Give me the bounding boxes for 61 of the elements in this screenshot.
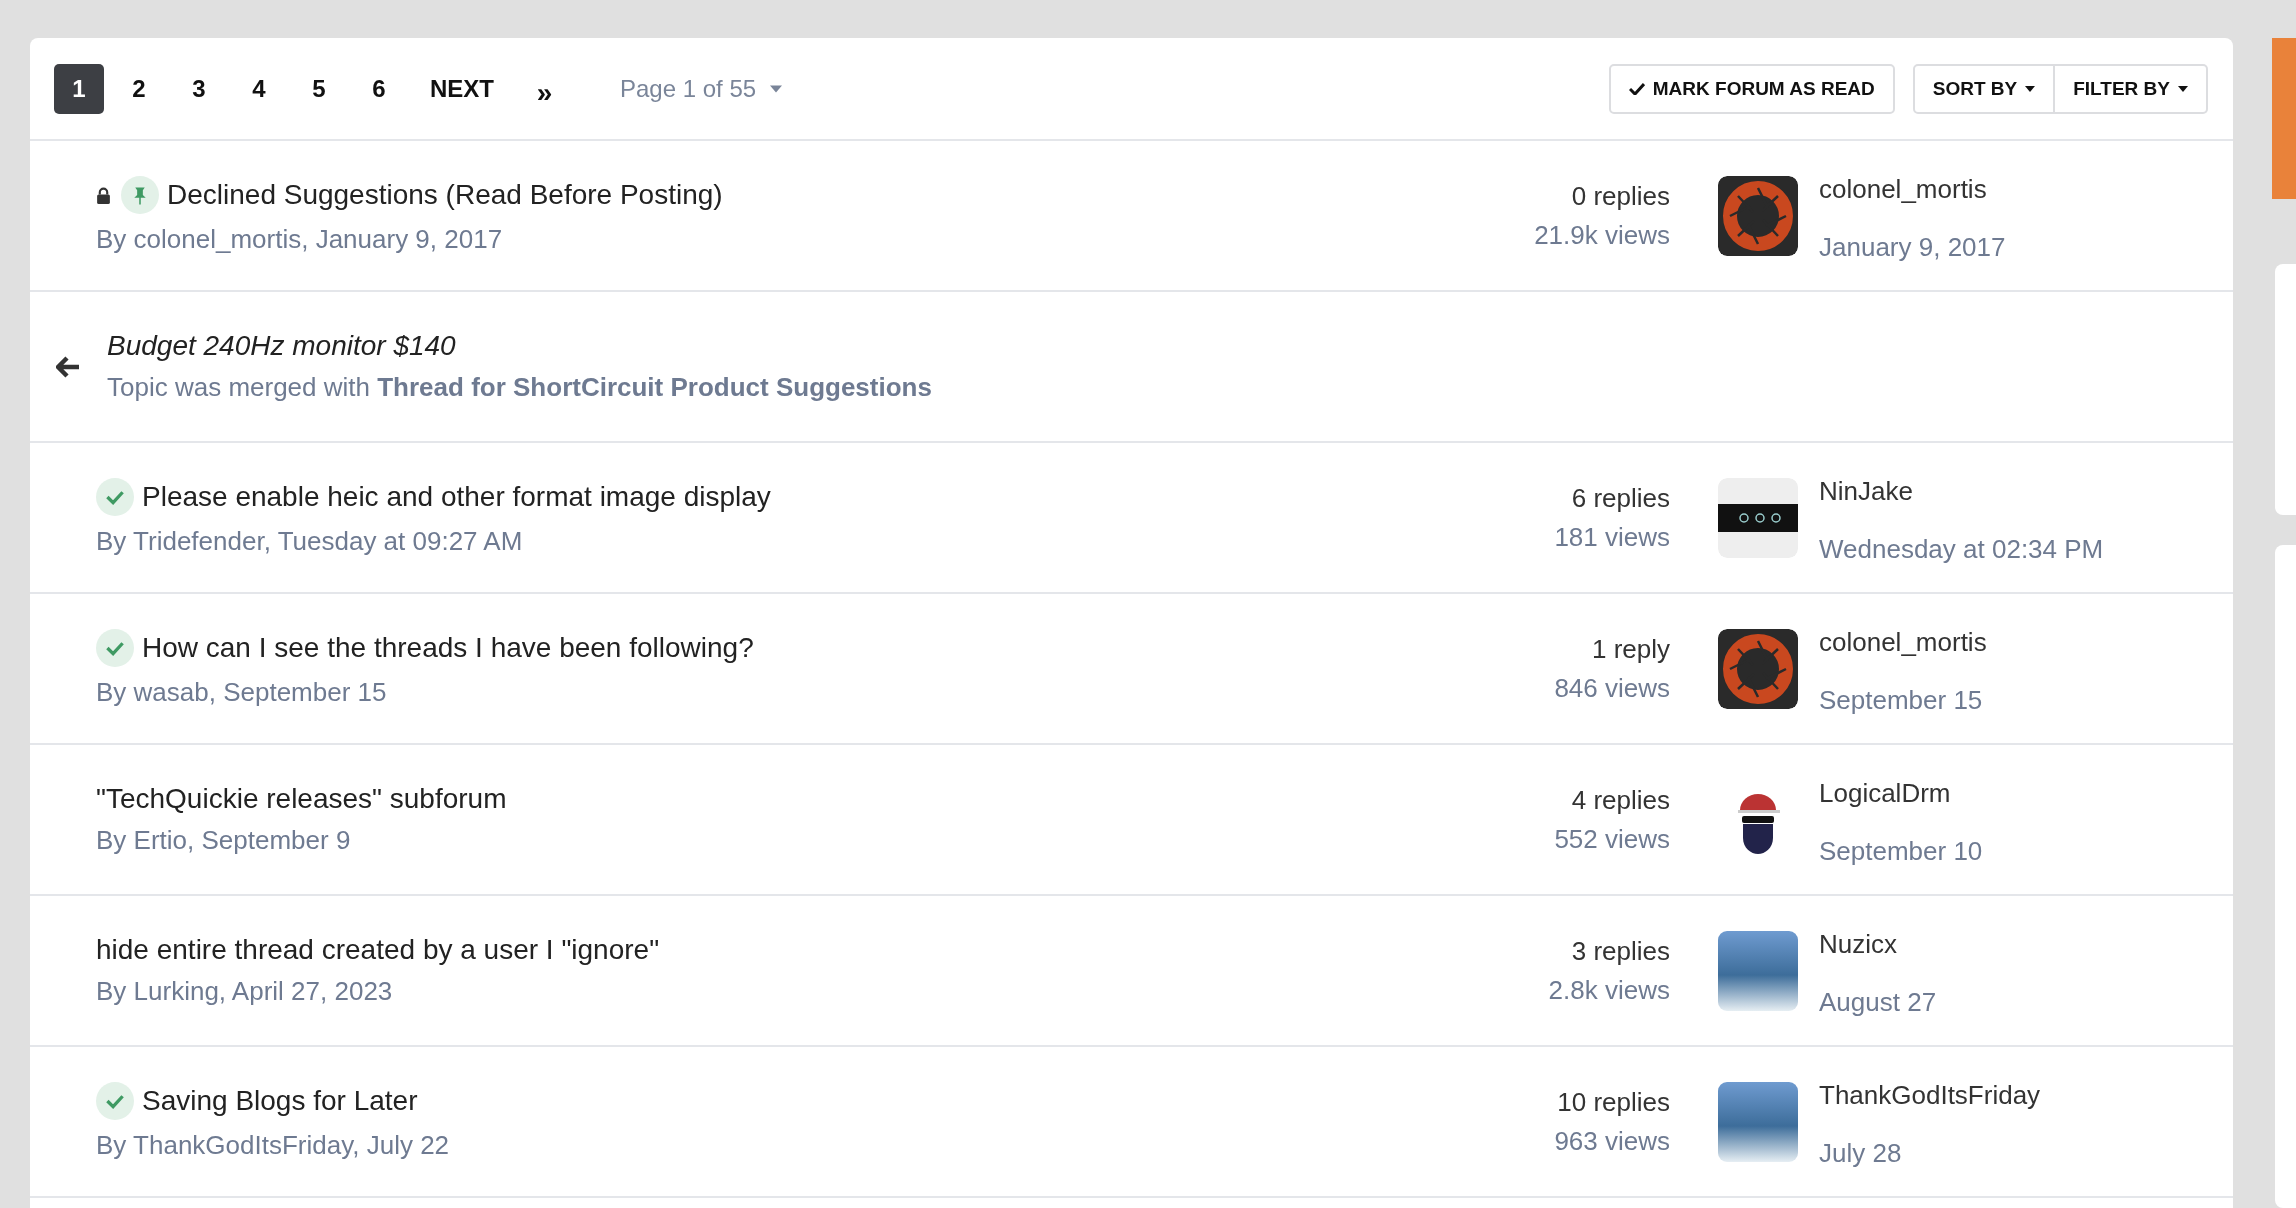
topic-title[interactable]: Saving Blogs for Later — [142, 1085, 418, 1117]
topic-author-date: By colonel_mortis, January 9, 2017 — [96, 224, 504, 255]
topic-title[interactable]: Please enable heic and other format image display — [142, 481, 771, 513]
sort-dropdown[interactable]: SORT BY — [1912, 63, 2056, 114]
page-jump-dropdown[interactable]: Page 1 of 55 — [614, 73, 789, 104]
caret-icon — [2025, 85, 2036, 92]
last-poster-name[interactable]: colonel_mortis — [1819, 163, 2213, 214]
aperture-avatar[interactable] — [1718, 628, 1798, 709]
merge-notice: Topic was merged with Thread for ShortCircuit Product Suggestions — [107, 372, 932, 403]
view-count: 2.8k views — [1547, 974, 1670, 1006]
last-poster-name[interactable]: LogicalDrm — [1819, 767, 2213, 818]
mark-read-button[interactable]: MARK FORUM AS READ — [1608, 63, 1895, 114]
last-post-date: July 28 — [1819, 1136, 1903, 1170]
view-count: 181 views — [1553, 521, 1670, 553]
topic-author-date: By wasab, September 15 — [96, 677, 388, 708]
topic-author-date: By ThankGodItsFriday, July 22 — [96, 1130, 451, 1161]
reply-count: 1 reply — [1590, 633, 1670, 665]
photo-placeholder[interactable] — [1718, 930, 1798, 1011]
last-poster-name[interactable]: NinJake — [1819, 465, 2213, 516]
topic-title[interactable]: Budget 240Hz monitor $140 — [107, 330, 932, 362]
thread-link[interactable]: Thread for ShortCircuit Product Suggestions — [377, 372, 932, 402]
last-post-date: September 10 — [1819, 834, 1984, 868]
page-button[interactable]: 4 — [234, 63, 284, 114]
last-post-date: Wednesday at 02:34 PM — [1819, 532, 2105, 566]
topic-title[interactable]: "TechQuickie releases" subforum — [96, 783, 507, 815]
reply-count: 3 replies — [1570, 935, 1670, 967]
aperture-avatar[interactable] — [1718, 175, 1798, 256]
photo-placeholder[interactable] — [1718, 1081, 1798, 1162]
page-button[interactable]: 3 — [174, 63, 224, 114]
left-arrow-icon — [56, 355, 80, 378]
page-button[interactable]: 1 — [54, 63, 104, 114]
caret-icon — [770, 84, 783, 93]
topic-author-date: By Ertio, September 9 — [96, 825, 352, 856]
filter-dropdown[interactable]: FILTER BY — [2055, 63, 2208, 114]
view-count: 21.9k views — [1533, 219, 1670, 251]
topic-title[interactable]: How can I see the threads I have been following? — [142, 632, 754, 664]
avatar-image[interactable] — [1718, 477, 1798, 558]
next-button[interactable]: NEXT — [420, 63, 504, 114]
topic-title[interactable]: Declined Suggestions (Read Before Posting) — [167, 179, 723, 211]
last-poster-name[interactable]: Nuzicx — [1819, 918, 2213, 969]
view-count: 846 views — [1553, 672, 1670, 704]
page-button[interactable]: 5 — [294, 63, 344, 114]
last-poster-name[interactable]: ThankGodItsFriday — [1819, 1069, 2213, 1120]
reply-count: 6 replies — [1570, 482, 1670, 514]
reply-count: 10 replies — [1556, 1086, 1670, 1118]
last-post-date: August 27 — [1819, 985, 1938, 1019]
checkmark-icon — [1628, 82, 1645, 95]
last-poster-name[interactable]: colonel_mortis — [1819, 616, 2213, 667]
reply-count: 0 replies — [1570, 180, 1670, 212]
last-post-date: January 9, 2017 — [1819, 230, 2007, 264]
topic-title[interactable]: hide entire thread created by a user I "ignore" — [96, 934, 660, 966]
topic-author-date: By Tridefender, Tuesday at 09:27 AM — [96, 526, 524, 557]
view-count: 963 views — [1553, 1125, 1670, 1157]
reply-count: 4 replies — [1570, 784, 1670, 816]
view-count: 552 views — [1553, 823, 1670, 855]
page-button[interactable]: 2 — [114, 63, 164, 114]
page-button[interactable]: 6 — [354, 63, 404, 114]
caret-icon — [2178, 85, 2188, 92]
last-page-button[interactable]: » — [514, 63, 564, 114]
last-post-date: September 15 — [1819, 683, 1984, 717]
topic-author-date: By Lurking, April 27, 2023 — [96, 976, 394, 1007]
